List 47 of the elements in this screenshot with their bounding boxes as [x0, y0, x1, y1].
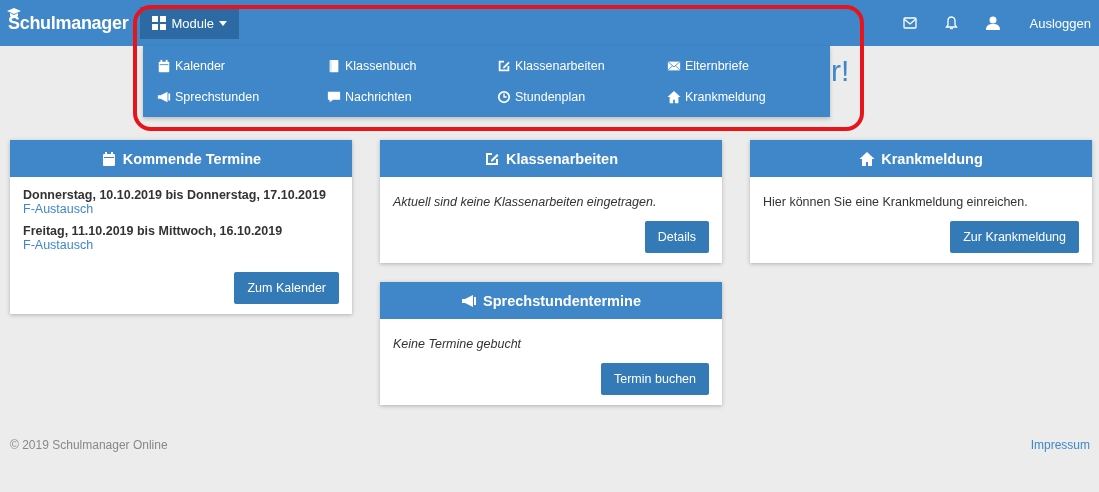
module-menu-item[interactable]: Kalender: [157, 59, 226, 73]
bell-icon[interactable]: [944, 16, 958, 30]
user-icon[interactable]: [985, 16, 1000, 30]
module-menu-item[interactable]: Stundenplan: [497, 90, 586, 104]
calendar-icon: [100, 150, 117, 167]
edit-icon: [497, 59, 511, 73]
module-menu-button[interactable]: Module: [140, 7, 240, 39]
megaphone-icon: [461, 292, 478, 309]
house-icon: [859, 150, 876, 167]
card-header: Krankmeldung: [750, 140, 1092, 177]
action-button[interactable]: Zur Krankmeldung: [950, 221, 1079, 253]
event-link[interactable]: F-Austausch: [23, 202, 339, 216]
graduation-cap-icon: [7, 7, 21, 18]
mail-icon[interactable]: [902, 17, 917, 29]
caret-icon: [219, 20, 228, 26]
card-text: Keine Termine gebucht: [393, 337, 523, 351]
brand-logo[interactable]: Schulmanager: [8, 12, 129, 34]
module-menu-item[interactable]: Elternbriefe: [667, 59, 749, 73]
action-button[interactable]: Termin buchen: [601, 363, 709, 395]
card-header: Sprechstundentermine: [380, 282, 722, 319]
calendar-icon: [157, 59, 171, 73]
envelope-icon: [667, 59, 681, 73]
card-text: Aktuell sind keine Klassenarbeiten eingetragen.: [393, 195, 658, 209]
module-menu-item[interactable]: Nachrichten: [327, 90, 412, 104]
card-header: Klassenarbeiten: [380, 140, 722, 177]
edit-icon: [484, 150, 500, 167]
clock-icon: [497, 90, 511, 104]
module-menu-item[interactable]: Klassenarbeiten: [497, 59, 605, 73]
house-icon: [667, 90, 681, 104]
card-header: Kommende Termine: [10, 140, 352, 177]
megaphone-icon: [157, 90, 171, 104]
event-date: Freitag, 11.10.2019 bis Mittwoch, 16.10.2019: [23, 224, 284, 238]
calendar-button[interactable]: Zum Kalender: [234, 272, 339, 304]
module-menu-item[interactable]: Sprechstunden: [157, 90, 260, 104]
speech-bubble-icon: [327, 90, 341, 104]
event-link[interactable]: F-Austausch: [23, 238, 339, 252]
grid-icon: [152, 16, 167, 30]
module-menu-item[interactable]: Krankmeldung: [667, 90, 766, 104]
logout-link[interactable]: Ausloggen: [1029, 15, 1091, 31]
book-icon: [327, 59, 341, 73]
card-text: Hier können Sie eine Krankmeldung einreichen.: [763, 195, 1029, 209]
action-button[interactable]: Details: [644, 221, 709, 253]
module-menu-item[interactable]: Klassenbuch: [327, 59, 417, 73]
greeting-heading: r!: [831, 54, 850, 88]
copyright-text: © 2019 Schulmanager Online: [10, 438, 168, 452]
imprint-link[interactable]: Impressum: [1030, 438, 1090, 452]
event-date: Donnerstag, 10.10.2019 bis Donnerstag, 17.10.2019: [23, 188, 327, 202]
